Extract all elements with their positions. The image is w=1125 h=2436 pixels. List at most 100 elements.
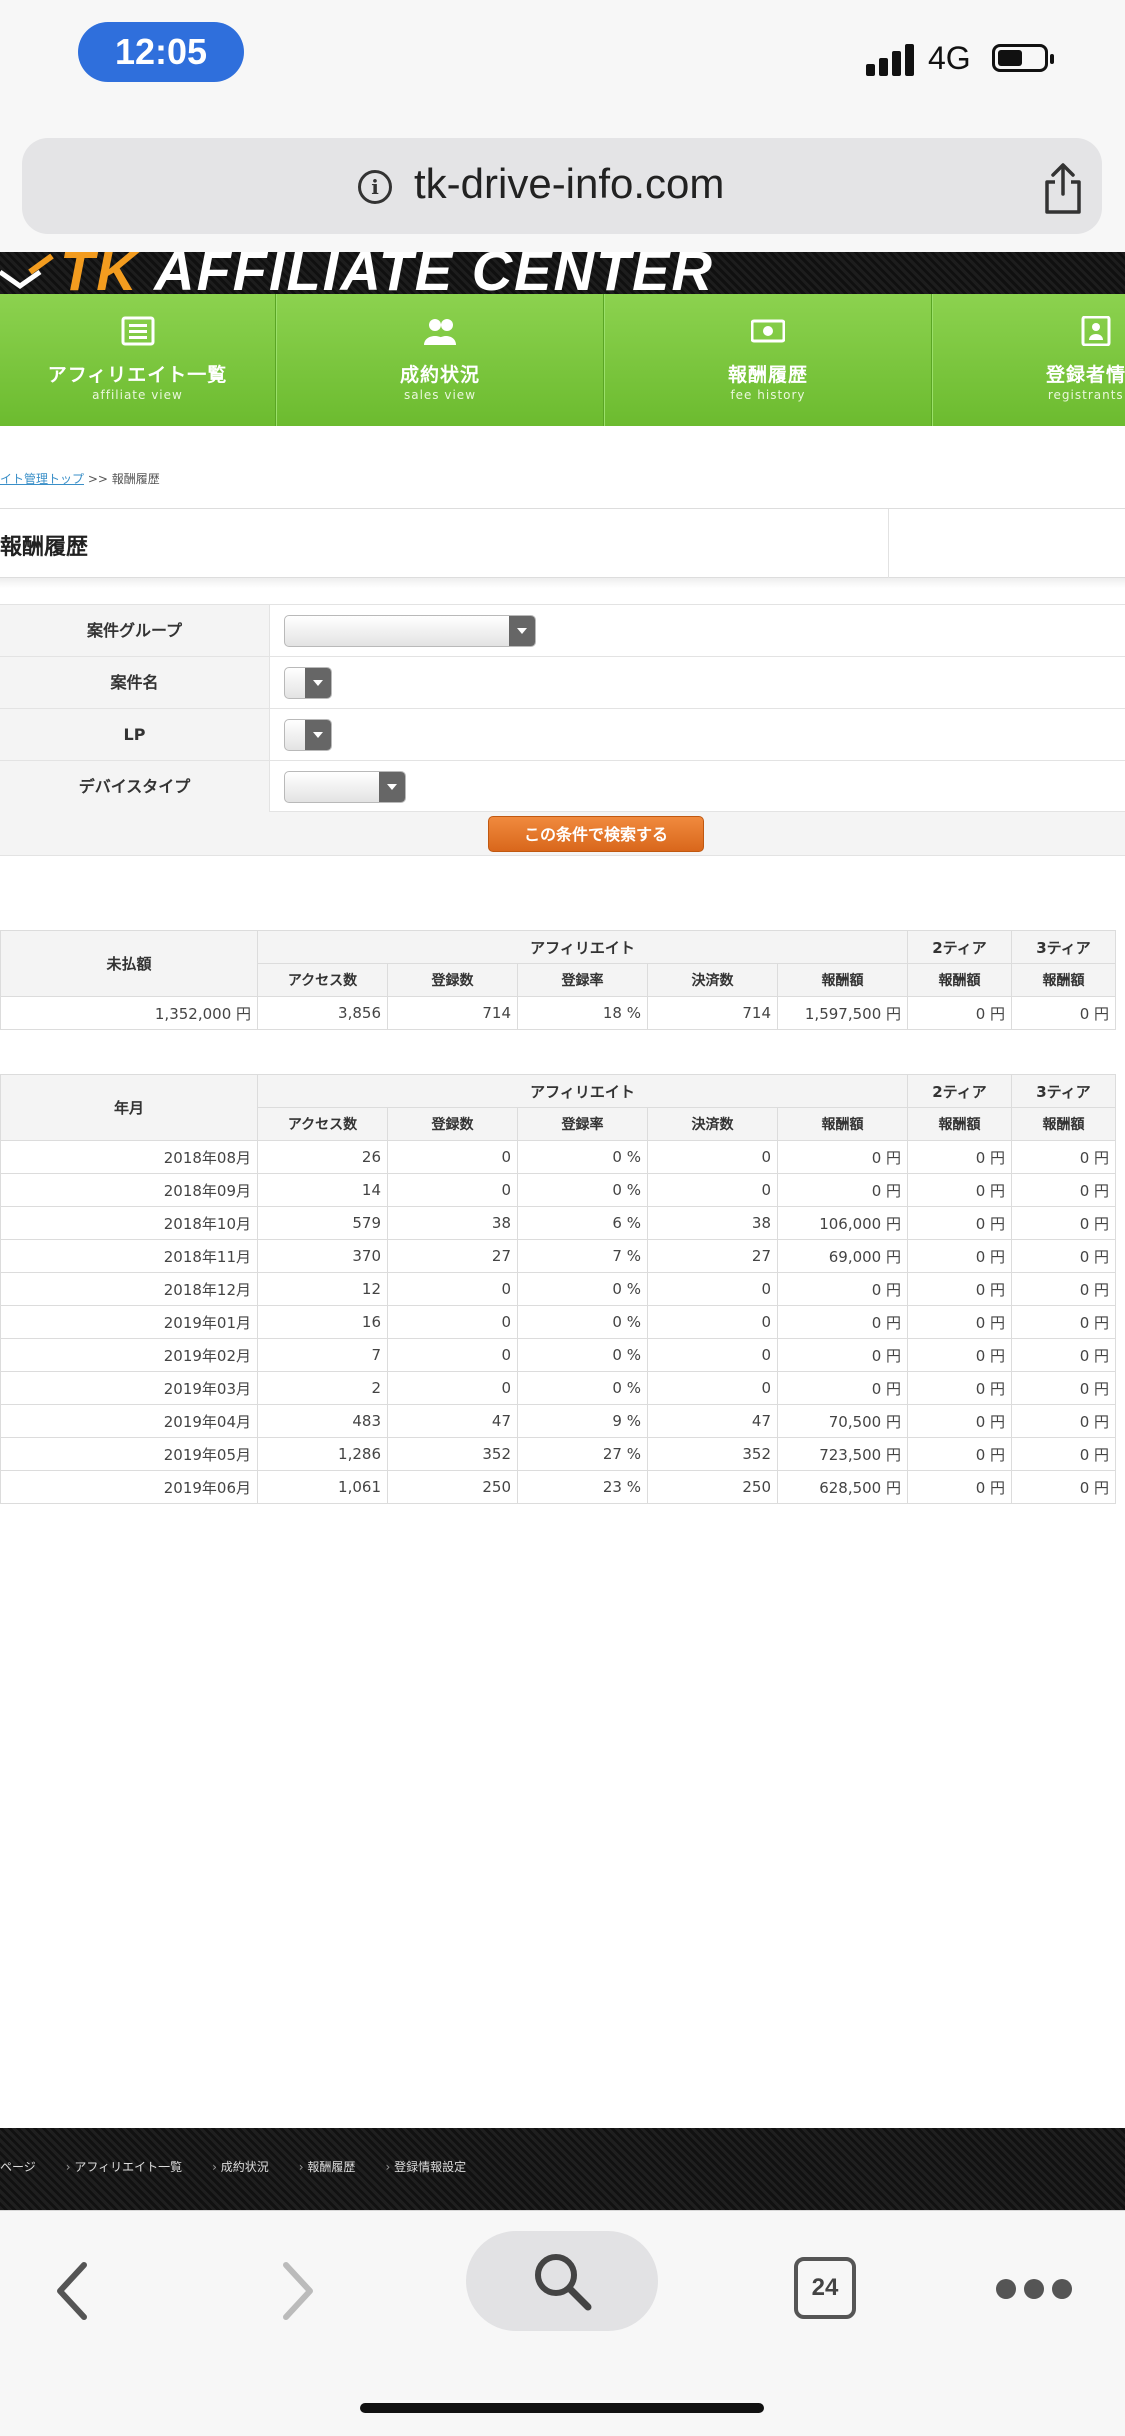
footer-link[interactable]: ページ xyxy=(0,2158,36,2175)
table-cell: 9 % xyxy=(517,1404,648,1438)
case-group-select[interactable] xyxy=(284,615,536,647)
forward-icon[interactable] xyxy=(278,2259,318,2323)
table-cell: 250 xyxy=(647,1470,778,1504)
group-header: 3ティア xyxy=(1011,930,1116,964)
users-icon xyxy=(424,319,456,345)
table-cell: 2019年06月 xyxy=(0,1470,258,1504)
nav-registrant-info[interactable]: 登録者情報 registrants se xyxy=(932,294,1125,426)
group-header: 2ティア xyxy=(907,930,1012,964)
table-row: 1,352,000 円 3,856 714 18 % 714 1,597,500… xyxy=(0,996,1116,1030)
site-footer: ページ アフィリエイト一覧 成約状況 報酬履歴 登録情報設定 xyxy=(0,2128,1125,2210)
column-header: 報酬額 xyxy=(777,963,908,997)
table-cell: 18 % xyxy=(517,996,648,1030)
table-cell: 0 円 xyxy=(1011,1173,1116,1207)
table-cell: 0 円 xyxy=(907,1140,1012,1174)
nav-affiliate-list[interactable]: アフィリエイト一覧 affiliate view xyxy=(0,294,276,426)
table-cell: 0 % xyxy=(517,1338,648,1372)
footer-link[interactable]: 登録情報設定 xyxy=(385,2158,466,2175)
column-header: 決済数 xyxy=(647,963,778,997)
table-cell: 27 xyxy=(387,1239,518,1273)
table-row: 2019年06月 1,061 250 23 % 250 628,500 円0 円0 円 xyxy=(0,1470,1116,1504)
table-cell: 47 xyxy=(387,1404,518,1438)
table-cell: 3,856 xyxy=(257,996,388,1030)
table-header-row: 未払額 アフィリエイト 2ティア 3ティア xyxy=(0,930,1116,997)
browser-address-area: i tk-drive-info.com xyxy=(0,110,1125,252)
filter-form: 案件グループ 案件名 LP デバイスタイプ xyxy=(0,604,1125,812)
table-cell: 70,500 円 xyxy=(777,1404,908,1438)
footer-link[interactable]: アフィリエイト一覧 xyxy=(66,2158,182,2175)
nav-fee-history[interactable]: 報酬履歴 fee history xyxy=(604,294,932,426)
nav-label: 登録者情報 xyxy=(1045,364,1125,386)
table-cell: 0 % xyxy=(517,1272,648,1306)
group-header: アフィリエイト xyxy=(257,930,908,964)
table-cell: 0 円 xyxy=(1011,1206,1116,1240)
money-icon xyxy=(751,319,785,343)
table-cell: 1,352,000 円 xyxy=(0,996,258,1030)
search-area: この条件で検索する xyxy=(0,812,1125,856)
tabs-button[interactable]: 24 xyxy=(794,2257,856,2319)
logo-icon xyxy=(0,253,54,290)
lp-select[interactable] xyxy=(284,719,332,751)
footer-link[interactable]: 成約状況 xyxy=(212,2158,269,2175)
column-header: 報酬額 xyxy=(907,963,1012,997)
table-cell: 38 xyxy=(647,1206,778,1240)
table-cell: 0 円 xyxy=(777,1173,908,1207)
table-cell: 0 xyxy=(647,1305,778,1339)
chevron-down-icon xyxy=(305,720,331,750)
column-header: 年月 xyxy=(0,1074,258,1141)
table-cell: 38 xyxy=(387,1206,518,1240)
global-nav: アフィリエイト一覧 affiliate view 成約状況 sales view… xyxy=(0,294,1125,426)
table-cell: 0 円 xyxy=(777,1272,908,1306)
footer-link[interactable]: 報酬履歴 xyxy=(299,2158,355,2175)
url-text[interactable]: tk-drive-info.com xyxy=(414,160,724,208)
breadcrumb-separator: >> xyxy=(87,472,108,486)
back-icon[interactable] xyxy=(52,2259,92,2323)
page-title: 報酬履歴 xyxy=(0,535,89,560)
table-cell: 1,597,500 円 xyxy=(777,996,908,1030)
table-cell: 0 % xyxy=(517,1140,648,1174)
search-button[interactable]: この条件で検索する xyxy=(488,816,704,852)
address-bar[interactable]: i tk-drive-info.com xyxy=(22,138,1102,234)
column-header: 登録率 xyxy=(517,963,648,997)
table-row: 2018年08月 26 0 0 % 0 0 円0 円0 円 xyxy=(0,1140,1116,1174)
chevron-down-icon xyxy=(509,616,535,646)
chevron-down-icon xyxy=(305,668,331,698)
table-cell: 0 円 xyxy=(907,1371,1012,1405)
search-pill[interactable] xyxy=(466,2231,658,2331)
filter-label: LP xyxy=(0,709,270,760)
info-icon[interactable]: i xyxy=(358,170,392,204)
search-icon xyxy=(535,2254,592,2311)
group-header: アフィリエイト xyxy=(257,1074,908,1108)
table-row: 2019年01月 16 0 0 % 0 0 円0 円0 円 xyxy=(0,1305,1116,1339)
table-cell: 714 xyxy=(647,996,778,1030)
table-cell: 47 xyxy=(647,1404,778,1438)
table-cell: 2019年05月 xyxy=(0,1437,258,1471)
table-cell: 0 xyxy=(387,1272,518,1306)
table-cell: 0 円 xyxy=(1011,1140,1116,1174)
browser-toolbar: 24 xyxy=(0,2210,1125,2436)
table-cell: 2018年11月 xyxy=(0,1239,258,1273)
table-cell: 16 xyxy=(257,1305,388,1339)
table-cell: 0 % xyxy=(517,1173,648,1207)
breadcrumb-link-top[interactable]: イト管理トップ xyxy=(0,472,84,486)
table-cell: 27 xyxy=(647,1239,778,1273)
status-time: 12:05 xyxy=(78,22,244,82)
table-row: 2019年03月 2 0 0 % 0 0 円0 円0 円 xyxy=(0,1371,1116,1405)
more-icon[interactable] xyxy=(996,2279,1072,2299)
table-cell: 0 xyxy=(647,1338,778,1372)
device-type-select[interactable] xyxy=(284,771,406,803)
title-shadow xyxy=(0,578,1125,588)
nav-sales-status[interactable]: 成約状況 sales view xyxy=(276,294,604,426)
case-name-select[interactable] xyxy=(284,667,332,699)
nav-sublabel: affiliate view xyxy=(92,388,183,402)
table-cell: 0 円 xyxy=(907,1305,1012,1339)
table-cell: 6 % xyxy=(517,1206,648,1240)
nav-label: 報酬履歴 xyxy=(727,364,808,386)
nav-sublabel: fee history xyxy=(730,388,806,402)
table-cell: 69,000 円 xyxy=(777,1239,908,1273)
share-icon[interactable] xyxy=(1038,162,1088,216)
table-cell: 26 xyxy=(257,1140,388,1174)
network-type: 4G xyxy=(928,40,971,76)
banner-title: TK AFFILIATE CENTER xyxy=(60,252,714,294)
table-cell: 2 xyxy=(257,1371,388,1405)
